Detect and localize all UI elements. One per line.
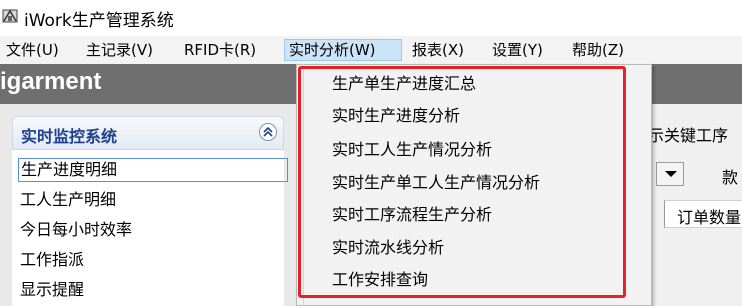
- menu-file[interactable]: 文件(U): [2, 39, 63, 61]
- menu-item-process-flow-analysis[interactable]: 实时工序流程生产分析: [332, 202, 492, 228]
- menu-rfid-card[interactable]: RFID卡(R): [180, 39, 260, 61]
- style-label: 款: [722, 168, 739, 187]
- nav-item-hourly-efficiency[interactable]: 今日每小时效率: [20, 218, 132, 242]
- menu-realtime-analysis[interactable]: 实时分析(W): [284, 39, 402, 61]
- menu-report[interactable]: 报表(X): [408, 39, 468, 61]
- brand-text: igarment: [0, 68, 102, 95]
- menu-item-assembly-line-analysis[interactable]: 实时流水线分析: [332, 235, 444, 261]
- grid-header: 订单数量: [664, 200, 742, 228]
- column-header-order-qty[interactable]: 订单数量: [677, 204, 741, 228]
- menu-item-work-schedule-query[interactable]: 工作安排查询: [332, 267, 428, 293]
- nav-item-production-progress[interactable]: 生产进度明细: [18, 158, 288, 182]
- window-title: iWork生产管理系统: [24, 11, 174, 31]
- menu-item-worker-production-analysis[interactable]: 实时工人生产情况分析: [332, 137, 492, 163]
- key-process-label: 示关键工序: [648, 126, 729, 145]
- menu-help[interactable]: 帮助(Z): [568, 39, 628, 61]
- nav-item-worker-production[interactable]: 工人生产明细: [20, 188, 116, 212]
- panel-header[interactable]: 实时监控系统: [12, 116, 284, 150]
- menu-item-realtime-progress-analysis[interactable]: 实时生产进度分析: [332, 103, 460, 129]
- menu-item-order-progress-summary[interactable]: 生产单生产进度汇总: [332, 71, 476, 97]
- menu-item-order-worker-analysis[interactable]: 实时生产单工人生产情况分析: [332, 170, 540, 196]
- menu-bar: 文件(U) 主记录(V) RFID卡(R) 实时分析(W) 报表(X) 设置(Y…: [0, 36, 742, 64]
- double-chevron-up-icon[interactable]: [259, 123, 277, 141]
- title-bar: iWork生产管理系统: [0, 0, 742, 36]
- nav-item-show-reminders[interactable]: 显示提醒: [20, 278, 84, 302]
- menu-settings[interactable]: 设置(Y): [488, 39, 547, 61]
- menu-master-record[interactable]: 主记录(V): [82, 39, 157, 61]
- nav-item-work-assignment[interactable]: 工作指派: [20, 248, 84, 272]
- combo-dropdown-button[interactable]: [656, 162, 684, 186]
- chevron-down-icon: [665, 171, 677, 177]
- app-logo-icon: [2, 7, 19, 24]
- panel-body: 生产进度明细 工人生产明细 今日每小时效率 工作指派 显示提醒: [12, 150, 288, 306]
- panel-title: 实时监控系统: [21, 127, 118, 146]
